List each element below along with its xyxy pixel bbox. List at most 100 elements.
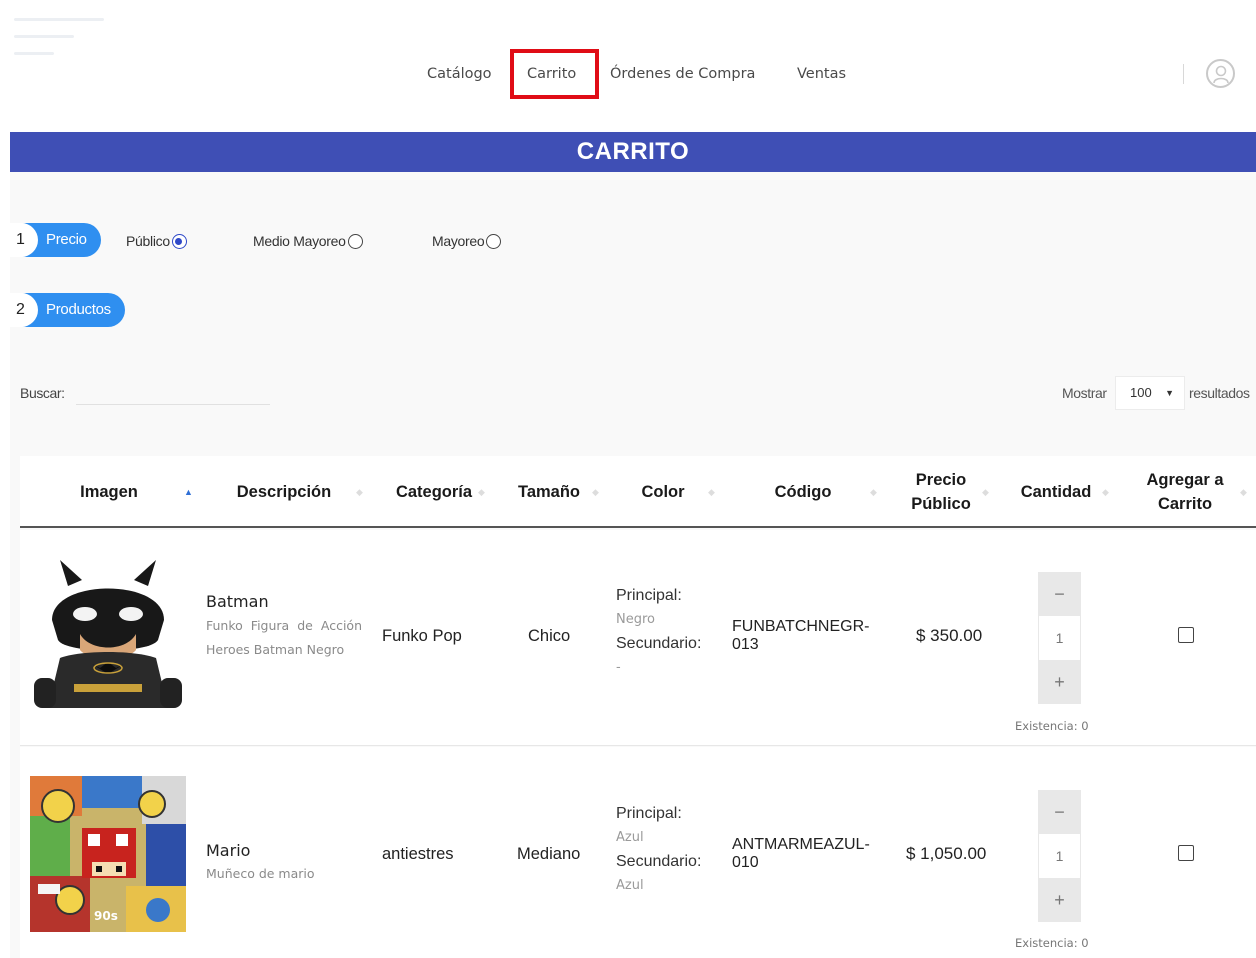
sort-icon[interactable]: ◆	[592, 487, 599, 498]
secondary-color-value: Azul	[616, 878, 644, 893]
sort-icon[interactable]: ◆	[1102, 487, 1109, 498]
product-price: $ 350.00	[916, 626, 983, 645]
product-color: Principal: Azul Secundario: Azul	[616, 802, 701, 898]
sort-icon[interactable]: ◆	[870, 487, 877, 498]
product-code-line: FUNBATCHNEGR-	[732, 618, 870, 635]
product-color: Principal: Negro Secundario: -	[616, 584, 701, 680]
batman-funko-image	[30, 558, 186, 714]
product-title: Batman	[206, 592, 269, 611]
header-precio-publico[interactable]: Precio Público	[896, 456, 986, 528]
radio-checked-icon[interactable]	[171, 234, 187, 249]
header-label: Cantidad	[1020, 483, 1092, 501]
radio-label: Medio Mayoreo	[253, 233, 346, 249]
header-categoria[interactable]: Categoría	[382, 456, 486, 528]
header-label: Agregar a	[1146, 471, 1224, 489]
sort-icon[interactable]: ◆	[1240, 487, 1247, 498]
header-color[interactable]: Color	[626, 456, 700, 528]
stock-text: Existencia: 0	[1015, 719, 1089, 733]
secondary-color-label: Secundario:	[616, 635, 702, 652]
table-row: 90s Mario Muñeco de mario antiestres Med…	[20, 747, 1256, 958]
radio-medio-mayoreo[interactable]: Medio Mayoreo	[253, 230, 363, 252]
svg-text:90s: 90s	[94, 909, 118, 923]
header-agregar-carrito[interactable]: Agregar a Carrito	[1134, 456, 1236, 528]
header-label: Carrito	[1157, 495, 1213, 513]
radio-label: Público	[126, 233, 170, 249]
product-category: Funko Pop	[382, 627, 462, 645]
radio-mayoreo[interactable]: Mayoreo	[432, 230, 502, 252]
quantity-plus-button[interactable]: +	[1038, 660, 1081, 704]
quantity-input[interactable]: 1	[1038, 616, 1081, 660]
header-codigo[interactable]: Código	[758, 456, 848, 528]
active-nav-highlight	[510, 49, 599, 99]
product-price: $ 1,050.00	[906, 844, 987, 863]
product-code: FUNBATCHNEGR- 013	[732, 618, 869, 654]
table-row: Batman Funko Figura de Acción Heroes Bat…	[20, 530, 1256, 746]
primary-color-label: Principal:	[616, 805, 682, 822]
header-label: Categoría	[395, 483, 473, 501]
page-title: CARRITO	[10, 132, 1256, 172]
radio-publico[interactable]: Público	[126, 230, 187, 252]
products-table: Imagen ▲ Descripción ◆ Categoría ◆ Tamañ…	[20, 456, 1256, 958]
page-size-select[interactable]: 100 ▼	[1115, 376, 1185, 410]
page-size-label: Mostrar	[1062, 385, 1107, 401]
product-code-line: 013	[732, 636, 759, 653]
product-code: ANTMARMEAZUL- 010	[732, 836, 870, 872]
product-subtitle: Funko Figura de Acción Heroes Batman Neg…	[206, 618, 362, 657]
add-to-cart-checkbox[interactable]	[1178, 627, 1194, 643]
header-label: Precio	[915, 471, 967, 489]
caret-down-icon: ▼	[1165, 388, 1174, 398]
product-code-line: 010	[732, 854, 759, 871]
sort-icon[interactable]: ◆	[708, 487, 715, 498]
nav-divider	[1183, 64, 1184, 84]
header-label: Tamaño	[517, 483, 581, 501]
radio-unchecked-icon[interactable]	[486, 234, 502, 249]
product-subtitle: Muñeco de mario	[206, 866, 315, 881]
product-code-line: ANTMARMEAZUL-	[732, 836, 870, 853]
stock-text: Existencia: 0	[1015, 936, 1089, 950]
radio-unchecked-icon[interactable]	[347, 234, 363, 249]
quantity-plus-button[interactable]: +	[1038, 878, 1081, 922]
sort-icon[interactable]: ◆	[356, 487, 363, 498]
quantity-minus-button[interactable]: −	[1038, 790, 1081, 834]
mario-stressball-image: 90s	[30, 776, 186, 932]
table-header: Imagen ▲ Descripción ◆ Categoría ◆ Tamañ…	[20, 456, 1256, 528]
search-input[interactable]	[76, 381, 270, 405]
user-silhouette-icon	[1213, 65, 1229, 84]
user-account-icon[interactable]	[1206, 59, 1235, 88]
quantity-stepper: − 1 +	[1038, 790, 1081, 922]
header-descripcion[interactable]: Descripción	[218, 456, 350, 528]
search-label: Buscar:	[20, 385, 65, 401]
top-navbar: Catálogo Carrito Órdenes de Compra Venta…	[0, 0, 1256, 132]
product-size: Mediano	[517, 845, 581, 863]
sort-icon[interactable]: ◆	[478, 487, 485, 498]
header-label: Imagen	[80, 483, 138, 501]
nav-item-ordenes-de-compra[interactable]: Órdenes de Compra	[610, 62, 755, 86]
header-label: Descripción	[236, 483, 332, 501]
primary-color-value: Negro	[616, 612, 655, 627]
product-category: antiestres	[382, 845, 454, 863]
product-title: Mario	[206, 841, 251, 860]
quantity-minus-button[interactable]: −	[1038, 572, 1081, 616]
quantity-stepper: − 1 +	[1038, 572, 1081, 704]
nav-item-ventas[interactable]: Ventas	[797, 62, 846, 86]
add-to-cart-checkbox[interactable]	[1178, 845, 1194, 861]
sort-asc-icon[interactable]: ▲	[184, 487, 193, 497]
header-label: Color	[641, 483, 685, 501]
primary-color-label: Principal:	[616, 587, 682, 604]
header-label: Público	[911, 495, 971, 513]
product-size: Chico	[528, 627, 571, 645]
radio-label: Mayoreo	[432, 233, 485, 249]
header-label: Código	[774, 483, 832, 501]
header-imagen[interactable]: Imagen	[50, 456, 168, 528]
main-nav: Catálogo Carrito Órdenes de Compra Venta…	[0, 62, 1256, 86]
secondary-color-value: -	[616, 660, 621, 675]
primary-color-value: Azul	[616, 830, 644, 845]
sort-icon[interactable]: ◆	[982, 487, 989, 498]
secondary-color-label: Secundario:	[616, 853, 702, 870]
page-size-value: 100	[1130, 385, 1152, 400]
quantity-input[interactable]: 1	[1038, 834, 1081, 878]
results-label: resultados	[1189, 385, 1250, 401]
header-cantidad[interactable]: Cantidad	[1012, 456, 1100, 528]
header-tamano[interactable]: Tamaño	[506, 456, 592, 528]
nav-item-catalogo[interactable]: Catálogo	[427, 62, 492, 86]
